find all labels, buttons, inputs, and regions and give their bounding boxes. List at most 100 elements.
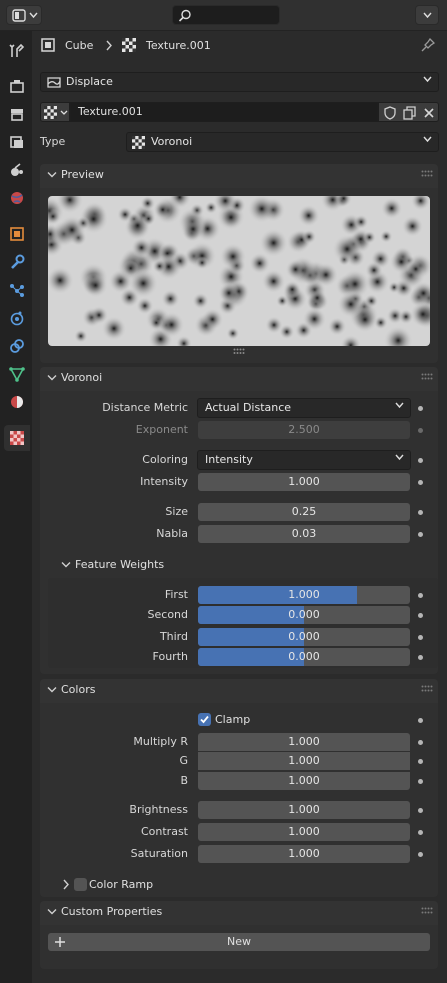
preview-title: Preview bbox=[61, 168, 104, 181]
drag-grip-icon[interactable] bbox=[421, 907, 433, 915]
voronoi-cell bbox=[379, 230, 393, 243]
mesh-data-icon bbox=[9, 367, 25, 382]
chevron-down-icon bbox=[47, 909, 57, 915]
colors-panel-header[interactable] bbox=[40, 679, 438, 703]
voronoi-cell bbox=[152, 259, 167, 274]
keyframe-dot[interactable] bbox=[418, 510, 423, 515]
distance-metric-dropdown[interactable]: Actual Distance bbox=[197, 398, 411, 418]
resize-grip-icon[interactable] bbox=[233, 348, 245, 355]
duplicate-icon[interactable] bbox=[403, 106, 417, 120]
multiply-g-field[interactable]: 1.000 bbox=[198, 752, 410, 770]
nabla-field[interactable]: 0.03 bbox=[198, 525, 410, 543]
keyframe-dot[interactable] bbox=[418, 655, 423, 660]
feature-second-label: Second bbox=[147, 608, 188, 621]
feature-first-label: First bbox=[164, 588, 188, 601]
physics-icon bbox=[10, 311, 24, 326]
saturation-label: Saturation bbox=[130, 847, 188, 860]
keyframe-dot[interactable] bbox=[418, 759, 423, 764]
tab-output[interactable] bbox=[4, 101, 30, 127]
voronoi-cell bbox=[383, 325, 413, 346]
texture-user-dropdown[interactable]: Displace bbox=[40, 72, 439, 92]
voronoi-cell bbox=[301, 229, 317, 244]
tab-modifiers[interactable] bbox=[4, 249, 30, 275]
particles-icon bbox=[10, 284, 24, 297]
nabla-label: Nabla bbox=[156, 527, 188, 540]
feature-first-slider[interactable]: 1.000 bbox=[198, 586, 410, 604]
browse-texture-button[interactable] bbox=[40, 102, 70, 122]
chevron-down-icon bbox=[423, 76, 432, 83]
voronoi-cell bbox=[220, 206, 242, 229]
multiply-b-label: B bbox=[180, 774, 188, 787]
coloring-dropdown[interactable]: Intensity bbox=[197, 450, 411, 470]
keyframe-dot[interactable] bbox=[418, 830, 423, 835]
tab-particles[interactable] bbox=[4, 277, 30, 303]
intensity-field[interactable]: 1.000 bbox=[198, 473, 410, 491]
tab-tool[interactable] bbox=[4, 38, 30, 64]
voronoi-cell bbox=[74, 329, 88, 343]
tab-object[interactable] bbox=[4, 221, 30, 247]
chevron-right-icon[interactable] bbox=[62, 879, 70, 890]
feature-fourth-slider[interactable]: 0.000 bbox=[198, 648, 410, 666]
multiply-g-label: G bbox=[179, 754, 188, 767]
pin-icon[interactable] bbox=[421, 38, 435, 52]
coloring-label: Coloring bbox=[142, 453, 188, 466]
multiply-r-field[interactable]: 1.000 bbox=[198, 733, 410, 751]
multiply-b-field[interactable]: 1.000 bbox=[198, 772, 410, 790]
keyframe-dot[interactable] bbox=[418, 718, 423, 723]
clamp-label[interactable]: Clamp bbox=[215, 713, 250, 727]
keyframe-dot[interactable] bbox=[418, 406, 423, 411]
tab-world[interactable] bbox=[4, 185, 30, 211]
keyframe-dot[interactable] bbox=[418, 613, 423, 618]
keyframe-dot[interactable] bbox=[418, 480, 423, 485]
exponent-label: Exponent bbox=[135, 423, 188, 436]
close-icon[interactable] bbox=[423, 107, 435, 119]
voronoi-cell bbox=[192, 292, 209, 310]
drag-grip-icon[interactable] bbox=[421, 685, 433, 693]
editor-type-button[interactable] bbox=[6, 5, 42, 25]
tab-data[interactable] bbox=[4, 361, 30, 387]
voronoi-cell bbox=[201, 308, 224, 331]
saturation-field[interactable]: 1.000 bbox=[198, 845, 410, 863]
size-field[interactable]: 0.25 bbox=[198, 503, 410, 521]
tab-constraints[interactable] bbox=[4, 333, 30, 359]
keyframe-dot[interactable] bbox=[418, 532, 423, 537]
tab-physics[interactable] bbox=[4, 305, 30, 331]
keyframe-dot[interactable] bbox=[418, 593, 423, 598]
brightness-field[interactable]: 1.000 bbox=[198, 801, 410, 819]
nabla-value: 0.03 bbox=[291, 527, 317, 540]
color-ramp-checkbox[interactable] bbox=[74, 878, 87, 891]
tab-material[interactable] bbox=[4, 389, 30, 415]
breadcrumb-texture[interactable]: Texture.001 bbox=[146, 39, 211, 53]
color-ramp-label[interactable]: Color Ramp bbox=[89, 878, 153, 892]
keyframe-dot[interactable] bbox=[418, 808, 423, 813]
texture-name: Texture.001 bbox=[78, 105, 143, 118]
options-dropdown[interactable] bbox=[415, 5, 439, 25]
search-icon bbox=[178, 9, 191, 22]
feature-weights-header[interactable]: Feature Weights bbox=[48, 555, 438, 575]
voronoi-cell bbox=[337, 290, 365, 318]
texture-name-field[interactable]: Texture.001 bbox=[70, 102, 378, 122]
tab-view-layer[interactable] bbox=[4, 129, 30, 155]
keyframe-dot[interactable] bbox=[418, 779, 423, 784]
voronoi-cell bbox=[204, 201, 218, 214]
tab-texture[interactable] bbox=[4, 425, 30, 451]
clamp-checkbox[interactable] bbox=[198, 713, 211, 726]
breadcrumb-object[interactable]: Cube bbox=[65, 39, 93, 53]
search-input[interactable] bbox=[172, 5, 280, 25]
keyframe-dot[interactable] bbox=[418, 740, 423, 745]
contrast-field[interactable]: 1.000 bbox=[198, 823, 410, 841]
feature-second-slider[interactable]: 0.000 bbox=[198, 606, 410, 624]
coloring-value: Intensity bbox=[205, 453, 253, 466]
fake-user-shield-icon[interactable] bbox=[383, 106, 397, 120]
feature-third-slider[interactable]: 0.000 bbox=[198, 628, 410, 646]
texture-type-dropdown[interactable]: Voronoi bbox=[126, 132, 439, 152]
contrast-label: Contrast bbox=[140, 825, 188, 838]
tab-render[interactable] bbox=[4, 73, 30, 99]
keyframe-dot[interactable] bbox=[418, 852, 423, 857]
keyframe-dot[interactable] bbox=[418, 635, 423, 640]
keyframe-dot[interactable] bbox=[418, 458, 423, 463]
tab-scene[interactable] bbox=[4, 157, 30, 183]
drag-grip-icon[interactable] bbox=[421, 373, 433, 381]
drag-grip-icon[interactable] bbox=[421, 170, 433, 178]
new-property-button[interactable]: New bbox=[48, 933, 430, 951]
